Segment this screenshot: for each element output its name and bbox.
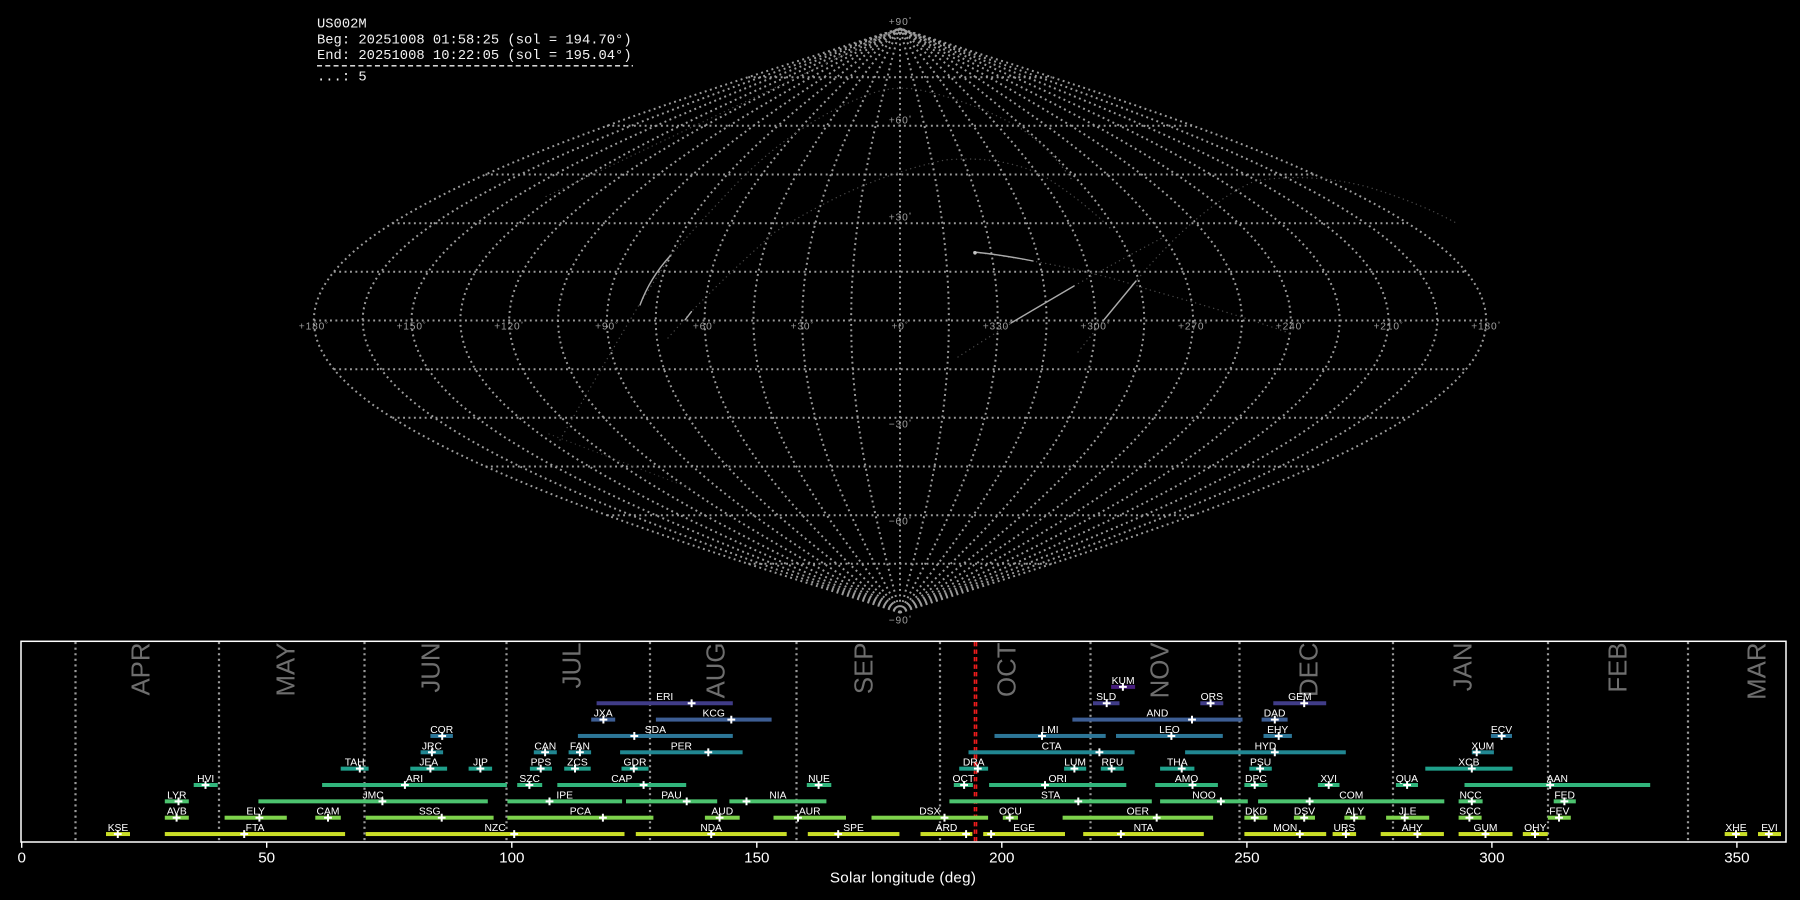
svg-text:AUD: AUD xyxy=(711,807,733,818)
svg-text:100: 100 xyxy=(499,849,524,866)
svg-text:200: 200 xyxy=(989,849,1014,866)
svg-text:LMI: LMI xyxy=(1042,725,1059,736)
svg-text:+150°: +150° xyxy=(396,321,426,333)
svg-text:ORI: ORI xyxy=(1049,774,1067,785)
svg-text:JUN: JUN xyxy=(417,643,445,693)
svg-text:SDA: SDA xyxy=(645,725,666,736)
svg-text:End: 20251008 10:22:05 (sol =: End: 20251008 10:22:05 (sol = 195.04°) xyxy=(317,48,632,64)
svg-text:JEA: JEA xyxy=(419,758,438,769)
svg-text:JUL: JUL xyxy=(558,643,586,689)
svg-text:URS: URS xyxy=(1334,823,1356,834)
svg-text:DSX: DSX xyxy=(919,807,940,818)
svg-text:STA: STA xyxy=(1041,790,1060,801)
svg-text:Beg: 20251008 01:58:25 (sol =: Beg: 20251008 01:58:25 (sol = 194.70°) xyxy=(317,33,632,49)
svg-text:AUG: AUG xyxy=(702,643,730,699)
svg-text:FEB: FEB xyxy=(1604,643,1632,693)
svg-text:CTA: CTA xyxy=(1042,741,1062,752)
svg-text:JLE: JLE xyxy=(1399,807,1417,818)
svg-text:+270°: +270° xyxy=(1178,321,1208,333)
svg-text:AMO: AMO xyxy=(1175,774,1198,785)
svg-text:XUM: XUM xyxy=(1471,741,1494,752)
svg-text:OCT: OCT xyxy=(993,642,1021,697)
svg-text:TAH: TAH xyxy=(345,758,365,769)
svg-text:ORS: ORS xyxy=(1201,692,1223,703)
svg-text:SEP: SEP xyxy=(850,643,878,695)
svg-text:SSG: SSG xyxy=(419,807,441,818)
svg-text:PAU: PAU xyxy=(661,790,681,801)
svg-text:DPC: DPC xyxy=(1245,774,1267,785)
svg-text:JMC: JMC xyxy=(363,790,385,801)
svg-text:AND: AND xyxy=(1147,709,1169,720)
svg-text:OER: OER xyxy=(1127,807,1149,818)
svg-text:+240°: +240° xyxy=(1276,321,1306,333)
svg-text:KCG: KCG xyxy=(703,709,725,720)
svg-text:GEM: GEM xyxy=(1288,692,1311,703)
svg-text:+210°: +210° xyxy=(1373,321,1403,333)
svg-text:MAR: MAR xyxy=(1743,643,1771,700)
svg-text:LEO: LEO xyxy=(1159,725,1180,736)
svg-text:NZC: NZC xyxy=(485,823,507,834)
svg-text:+180°: +180° xyxy=(299,321,329,333)
svg-text:ELY: ELY xyxy=(246,807,265,818)
svg-text:ZCS: ZCS xyxy=(567,758,588,769)
svg-text:GDR: GDR xyxy=(624,758,647,769)
svg-text:PER: PER xyxy=(671,741,692,752)
svg-text:ARI: ARI xyxy=(406,774,423,785)
svg-text:SPE: SPE xyxy=(843,823,864,834)
svg-text:IPE: IPE xyxy=(556,790,573,801)
svg-text:350: 350 xyxy=(1724,849,1749,866)
svg-text:MON: MON xyxy=(1273,823,1297,834)
svg-text:DRA: DRA xyxy=(963,758,985,769)
svg-text:250: 250 xyxy=(1234,849,1259,866)
svg-text:300: 300 xyxy=(1479,849,1504,866)
svg-text:NOV: NOV xyxy=(1146,642,1174,699)
svg-text:Solar longitude (deg): Solar longitude (deg) xyxy=(830,870,976,887)
svg-text:PCA: PCA xyxy=(570,807,591,818)
svg-text:MAY: MAY xyxy=(272,643,300,697)
svg-text:FTA: FTA xyxy=(246,823,265,834)
svg-text:APR: APR xyxy=(127,643,155,696)
svg-text:150: 150 xyxy=(744,849,769,866)
svg-text:ARD: ARD xyxy=(936,823,958,834)
svg-text:50: 50 xyxy=(258,849,275,866)
svg-text:DKD: DKD xyxy=(1245,807,1267,818)
svg-text:+120°: +120° xyxy=(494,321,524,333)
svg-text:JAN: JAN xyxy=(1449,643,1477,692)
svg-text:US002M: US002M xyxy=(317,18,367,33)
svg-text:+180°: +180° xyxy=(1471,321,1501,333)
svg-text:+330°: +330° xyxy=(983,321,1013,333)
svg-text:COM: COM xyxy=(1339,790,1363,801)
svg-text:CAP: CAP xyxy=(611,774,632,785)
svg-text:DEC: DEC xyxy=(1295,643,1323,697)
svg-text:+300°: +300° xyxy=(1080,321,1110,333)
svg-text:AUR: AUR xyxy=(799,807,821,818)
svg-text:HYD: HYD xyxy=(1255,741,1277,752)
svg-text:NTA: NTA xyxy=(1134,823,1154,834)
svg-text:...: 5: ...: 5 xyxy=(317,70,367,85)
svg-text:XCB: XCB xyxy=(1458,758,1479,769)
svg-text:THA: THA xyxy=(1167,758,1188,769)
svg-text:ERI: ERI xyxy=(656,692,673,703)
svg-text:0: 0 xyxy=(17,849,25,866)
svg-text:LYR: LYR xyxy=(167,790,186,801)
svg-text:AHY: AHY xyxy=(1402,823,1423,834)
svg-text:NOO: NOO xyxy=(1192,790,1215,801)
svg-text:NIA: NIA xyxy=(769,790,786,801)
svg-text:EGE: EGE xyxy=(1013,823,1035,834)
